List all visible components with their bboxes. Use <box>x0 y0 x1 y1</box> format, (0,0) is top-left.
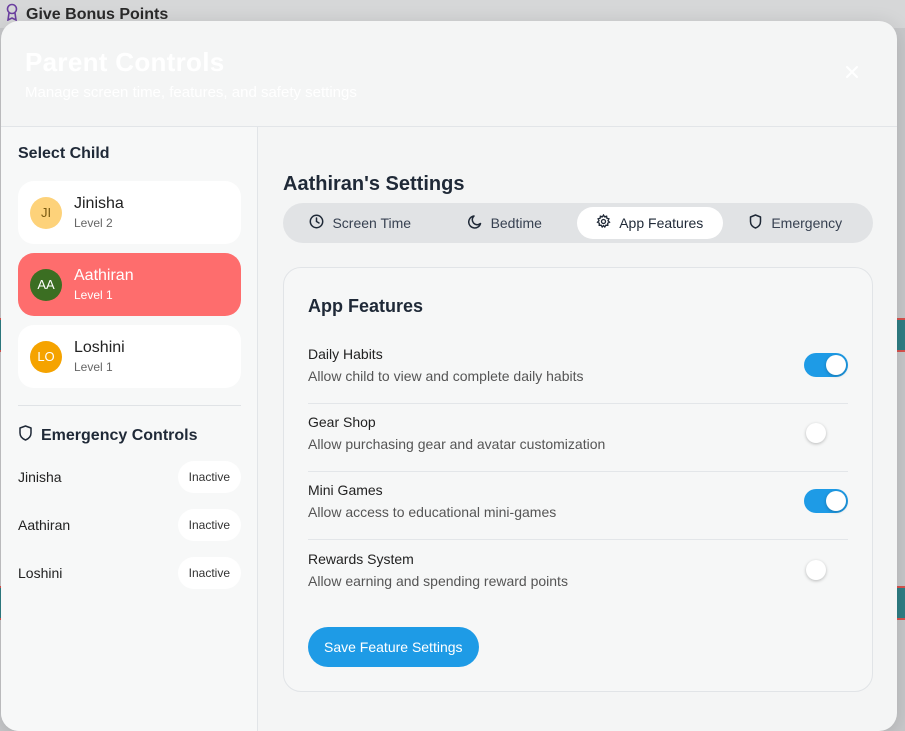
tab-label: App Features <box>619 215 704 231</box>
tab-bedtime[interactable]: Bedtime <box>433 207 578 239</box>
status-badge[interactable]: Inactive <box>177 509 241 541</box>
rewards-system-toggle[interactable] <box>804 558 848 582</box>
emergency-controls-label: Emergency Controls <box>41 426 198 444</box>
emergency-child-name: Jinisha <box>18 469 62 485</box>
child-name: Aathiran <box>74 267 134 284</box>
tab-app-features[interactable]: App Features <box>577 207 723 239</box>
clock-icon <box>309 214 324 232</box>
emergency-row: Loshini Inactive <box>18 556 241 590</box>
parent-controls-modal: Parent Controls Manage screen time, feat… <box>1 21 897 731</box>
moon-icon <box>467 214 483 232</box>
select-child-heading: Select Child <box>18 145 110 162</box>
toggle-knob <box>826 491 846 511</box>
tab-label: Bedtime <box>490 215 542 231</box>
child-level: Level 1 <box>74 360 113 374</box>
tab-screen-time[interactable]: Screen Time <box>288 207 433 239</box>
child-card-jinisha[interactable]: JI Jinisha Level 2 <box>18 181 241 244</box>
emergency-child-name: Loshini <box>18 565 63 581</box>
main-content: Aathiran's Settings Screen Time Bedtime … <box>259 127 897 731</box>
child-name: Jinisha <box>74 195 124 212</box>
tab-label: Screen Time <box>332 215 412 231</box>
child-level: Level 2 <box>74 216 113 230</box>
toggle-knob <box>806 559 826 580</box>
close-icon <box>843 66 861 85</box>
feature-row-daily-habits: Daily Habits Allow child to view and com… <box>308 327 848 404</box>
feature-name: Gear Shop <box>308 414 376 430</box>
tab-label: Emergency <box>771 215 843 231</box>
status-badge[interactable]: Inactive <box>177 461 241 493</box>
daily-habits-toggle[interactable] <box>804 353 848 377</box>
feature-name: Mini Games <box>308 482 383 498</box>
child-card-aathiran[interactable]: AA Aathiran Level 1 <box>18 253 241 316</box>
status-badge[interactable]: Inactive <box>177 557 241 589</box>
feature-description: Allow purchasing gear and avatar customi… <box>308 436 606 452</box>
feature-name: Daily Habits <box>308 346 383 362</box>
modal-header: Parent Controls Manage screen time, feat… <box>1 21 897 127</box>
child-name: Loshini <box>74 339 125 356</box>
gear-shop-toggle[interactable] <box>804 421 848 445</box>
save-feature-settings-button[interactable]: Save Feature Settings <box>308 627 479 667</box>
panel-title: App Features <box>308 296 424 316</box>
mini-games-toggle[interactable] <box>804 489 848 513</box>
toggle-knob <box>826 355 846 375</box>
child-card-loshini[interactable]: LO Loshini Level 1 <box>18 325 241 388</box>
settings-tabs: Screen Time Bedtime App Features Emergen… <box>283 203 873 243</box>
divider <box>18 405 241 406</box>
modal-subtitle: Manage screen time, features, and safety… <box>25 84 357 101</box>
avatar: AA <box>30 268 62 301</box>
feature-description: Allow access to educational mini-games <box>308 504 557 520</box>
close-button[interactable] <box>843 63 861 81</box>
page-title: Aathiran's Settings <box>283 173 465 195</box>
avatar: LO <box>30 340 62 373</box>
emergency-row: Jinisha Inactive <box>18 460 241 494</box>
feature-name: Rewards System <box>308 550 414 567</box>
sidebar: Select Child JI Jinisha Level 2 AA Aathi… <box>1 127 258 731</box>
gear-icon <box>596 213 611 232</box>
feature-row-mini-games: Mini Games Allow access to educational m… <box>308 463 848 540</box>
feature-description: Allow child to view and complete daily h… <box>308 368 584 384</box>
avatar: JI <box>30 196 62 229</box>
modal-title: Parent Controls <box>25 47 225 77</box>
toggle-knob <box>806 423 826 443</box>
emergency-row: Aathiran Inactive <box>18 508 241 542</box>
emergency-controls-heading: Emergency Controls <box>18 425 241 446</box>
child-level: Level 1 <box>74 288 113 302</box>
app-features-panel: App Features Daily Habits Allow child to… <box>283 267 873 692</box>
shield-icon <box>748 214 763 232</box>
feature-row-gear-shop: Gear Shop Allow purchasing gear and avat… <box>308 395 848 472</box>
tab-emergency[interactable]: Emergency <box>723 207 869 239</box>
feature-row-rewards-system: Rewards System Allow earning and spendin… <box>308 531 848 608</box>
shield-icon <box>18 425 33 446</box>
feature-description: Allow earning and spending reward points <box>308 572 568 589</box>
emergency-child-name: Aathiran <box>18 517 71 533</box>
